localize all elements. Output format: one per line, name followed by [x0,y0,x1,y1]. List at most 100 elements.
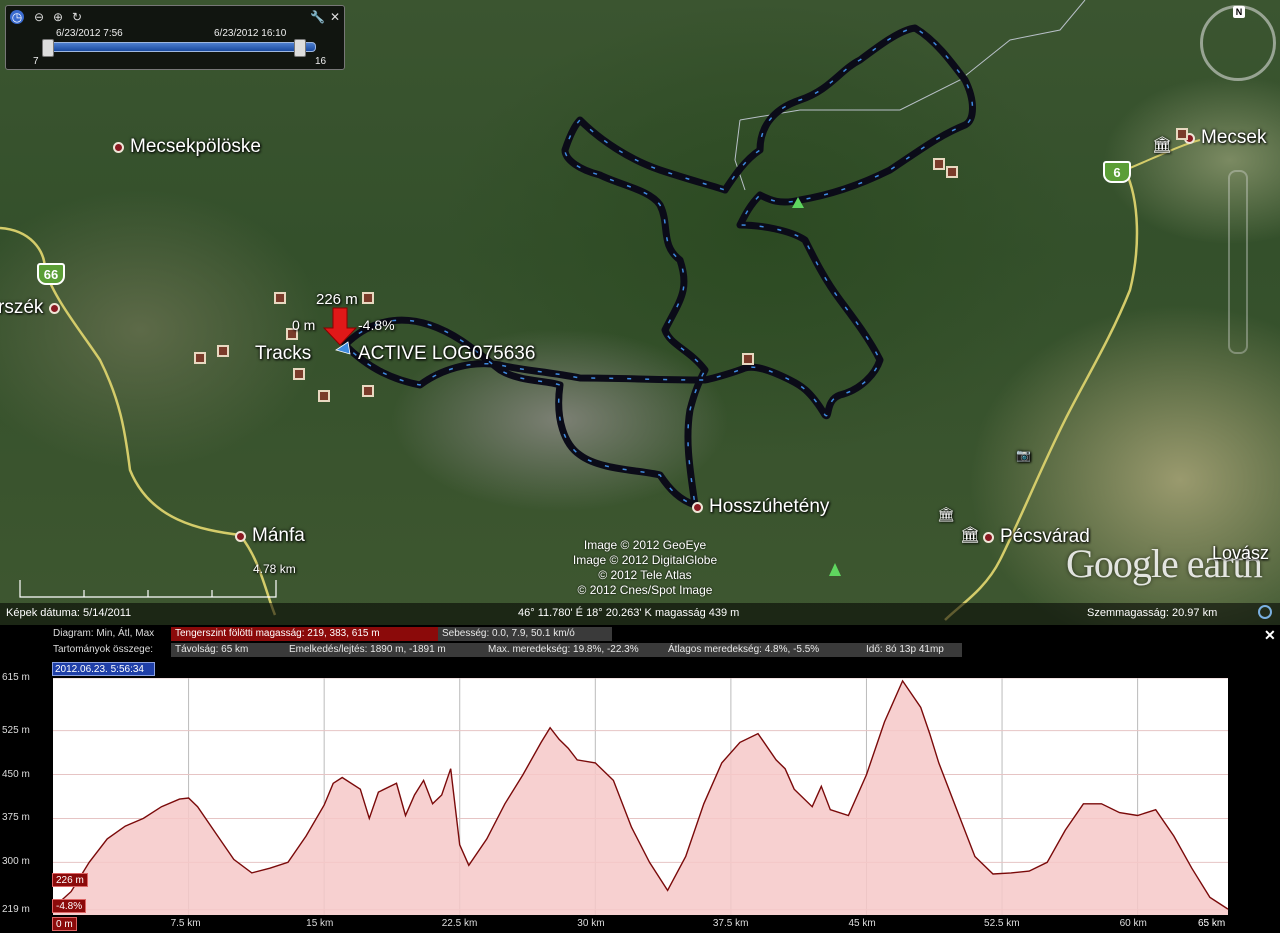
y-tick-label: 615 m [2,672,30,683]
distance-stat: Távolság: 65 km [171,643,285,657]
place-dot-icon [235,530,246,542]
poi-icon[interactable] [946,166,958,178]
stats-row-totals: Tartományok összege: Távolság: 65 km Eme… [0,642,1240,657]
gps-track-arrows [343,27,974,507]
timeline-end-label: 6/23/2012 16:10 [214,28,287,39]
y-tick-label: 450 m [2,768,30,780]
attribution: Image © 2012 GeoEye Image © 2012 Digital… [555,538,735,598]
road-shield-6: 6 [1103,161,1131,183]
marker-elevation-badge: 226 m [52,873,88,887]
stats-row-label: Tartományok összege: [53,644,154,655]
elevation-profile-panel: ✕ Diagram: Min, Átl, Max Tengerszint föl… [0,625,1280,933]
selected-time-label: 2012.06.23. 5:56:34 [52,662,155,676]
x-tick-label: 45 km [848,918,876,929]
north-icon[interactable]: N [1233,6,1245,18]
poi-icon[interactable] [293,368,305,380]
marker-slope-label: -4.8% [358,317,395,333]
avg-slope-stat: Átlagos meredekség: 4.8%, -5.5% [664,643,862,657]
poi-icon[interactable] [318,390,330,402]
poi-icon[interactable] [742,353,754,365]
marker-distance-badge: 0 m [52,917,77,931]
timeline-min-label: 7 [33,56,39,67]
timeline-start-handle[interactable] [42,39,54,57]
zoom-slider[interactable] [1228,170,1248,354]
poi-icon[interactable] [194,352,206,364]
poi-icon[interactable] [217,345,229,357]
place-hosszuheteny[interactable]: Hosszúhetény [692,496,829,518]
x-tick-label: 22.5 km [441,918,478,929]
y-tick-label: 525 m [2,724,30,736]
place-mecsekpoloske[interactable]: Mecsekpölöske [113,136,261,158]
museum-icon[interactable]: 🏛 [1152,135,1172,155]
wrench-icon[interactable]: 🔧 [310,10,325,24]
park-icon [829,563,841,576]
status-indicator-icon[interactable] [1258,605,1272,619]
stats-row-label: Diagram: Min, Átl, Max [53,628,155,639]
x-tick-label: 52.5 km [984,918,1020,929]
timeline-max-label: 16 [315,56,327,67]
zoom-in-icon[interactable]: ⊕ [51,10,65,24]
x-tick-label: 37.5 km [712,918,749,929]
stats-row-diagram: Diagram: Min, Átl, Max Tengerszint fölöt… [0,626,1240,641]
poi-icon[interactable] [362,385,374,397]
track-name-label[interactable]: ACTIVE LOG075636 [358,343,535,365]
place-mecsek[interactable]: Mecsek [1184,127,1266,149]
end-distance-label: 65 km [1198,918,1226,929]
max-slope-stat: Max. meredekség: 19.8%, -22.3% [484,643,664,657]
elevation-stats-tab[interactable]: Tengerszint fölötti magasság: 219, 383, … [171,627,438,641]
place-dot-icon [692,501,703,513]
place-overflow-label: Lovász [1212,543,1270,563]
x-tick-label: 7.5 km [170,918,201,929]
place-orfu[interactable]: rszék [0,297,61,319]
y-tick-label: 375 m [2,812,30,824]
cursor-coordinates: 46° 11.780' É 18° 20.263' K magasság 439… [518,607,740,619]
x-tick-label: 15 km [306,918,334,929]
elevation-area [53,680,1228,915]
time-slider-panel[interactable]: ◷ ⊖ ⊕ ↻ 🔧 ✕ 6/23/2012 7:56 6/23/2012 16:… [5,5,345,70]
place-manfa[interactable]: Mánfa [235,525,305,547]
gain-loss-stat: Emelkedés/lejtés: 1890 m, -1891 m [285,643,484,657]
clock-icon[interactable]: ◷ [10,10,24,24]
museum-icon[interactable]: 🏛 [937,506,955,523]
scale-bar [19,580,277,598]
place-dot-icon [983,531,994,543]
y-tick-label: 300 m [2,856,30,868]
border-line [734,119,746,191]
poi-icon[interactable] [362,292,374,304]
image-date: Képek dátuma: 5/14/2011 [6,607,132,619]
timeline-track[interactable] [44,42,316,52]
marker-elevation-label: 226 m [316,291,358,308]
place-dot-icon [113,141,124,153]
compass-control[interactable]: N [1200,5,1276,81]
timeline-end-handle[interactable] [294,39,306,57]
zoom-out-icon[interactable]: ⊖ [32,10,46,24]
attribution-line: © 2012 Tele Atlas [598,568,692,582]
attribution-line: © 2012 Cnes/Spot Image [577,583,713,597]
timeline-start-label: 6/23/2012 7:56 [56,28,123,39]
close-icon[interactable]: ✕ [1264,627,1276,644]
map-view[interactable]: Mecsekpölöske rszék Mánfa Hosszúhetény P… [0,0,1280,625]
poi-icon[interactable] [274,292,286,304]
speed-stats-tab[interactable]: Sebesség: 0.0, 7.9, 50.1 km/ó [438,627,612,641]
close-icon[interactable]: ✕ [328,10,342,24]
scale-label: 4.78 km [253,562,296,576]
attribution-line: Image © 2012 GeoEye [583,538,707,552]
museum-icon[interactable]: 🏛 [960,525,980,545]
poi-icon[interactable] [1176,128,1188,140]
camera-icon[interactable]: 📷 [1016,448,1031,462]
elevation-chart[interactable] [52,677,1229,915]
eye-altitude: Szemmagasság: 20.97 km [1087,607,1218,619]
track-folder-label[interactable]: Tracks [255,343,311,365]
gps-track[interactable] [341,24,976,509]
place-dot-icon [49,302,61,314]
attribution-line: Image © 2012 DigitalGlobe [572,553,718,567]
road [0,226,277,616]
y-tick-label: 219 m [2,903,30,915]
poi-icon[interactable] [933,158,945,170]
x-tick-label: 30 km [577,918,605,929]
refresh-icon[interactable]: ↻ [70,10,84,24]
elevation-chart-svg[interactable] [52,677,1229,915]
x-tick-label: 60 km [1119,918,1147,929]
time-stat: Idő: 8ó 13p 41mp [862,643,962,657]
marker-slope-badge: -4.8% [52,899,87,913]
